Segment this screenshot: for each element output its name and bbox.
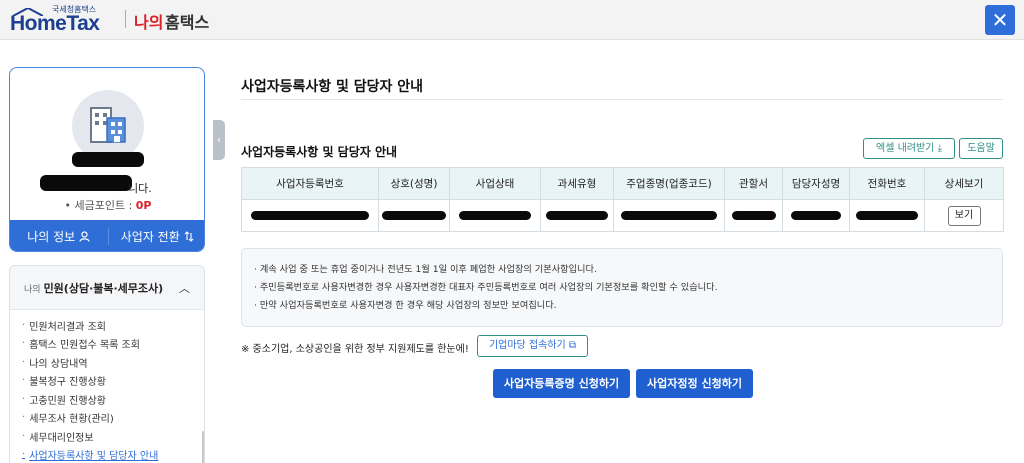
profile-card: 니다. • 세금포인트 : 0P 나의 정보 사업자 전환 bbox=[9, 67, 205, 252]
menu-title-prefix: 나의 bbox=[24, 284, 41, 295]
menu-item-tax-audit[interactable]: 세무조사 현황(관리) bbox=[10, 409, 204, 428]
external-link-icon: ⧉ bbox=[568, 340, 577, 351]
title-mine: 나의 bbox=[134, 13, 164, 32]
menu-item-agent-info[interactable]: 세무대리인정보 bbox=[10, 427, 204, 446]
apply-correction-button[interactable]: 사업자정정 신청하기 bbox=[636, 369, 753, 398]
redacted-value bbox=[731, 210, 776, 220]
bizinfo-link-label: 기업마당 접속하기 bbox=[488, 340, 566, 351]
notice-text: 주민등록번호로 사용자변경한 경우 사용자변경한 대표자 주민등록번호로 여러 … bbox=[259, 282, 718, 293]
redacted-value bbox=[546, 210, 608, 220]
col-header-status: 사업상태 bbox=[449, 167, 541, 200]
table-header-row: 사업자등록번호 상호(성명) 사업상태 과세유형 주업종명(업종코드) 관할서 … bbox=[241, 167, 1004, 200]
business-info-table: 사업자등록번호 상호(성명) 사업상태 과세유형 주업종명(업종코드) 관할서 … bbox=[241, 167, 1004, 232]
logo-text: HomeTax bbox=[10, 12, 100, 35]
notice-text: 계속 사업 중 또는 휴업 중이거나 전년도 1월 1일 이후 폐업한 사업장의… bbox=[259, 264, 597, 275]
support-info-text: ※ 중소기업, 소상공인을 위한 정부 지원제도를 한눈에! bbox=[241, 344, 469, 355]
notice-item: · 주민등록번호로 사용자변경한 경우 사용자변경한 대표자 주민등록번호로 여… bbox=[254, 282, 718, 293]
redacted-value bbox=[791, 210, 841, 220]
page-title: 사업자등록사항 및 담당자 안내 bbox=[241, 79, 424, 95]
points-label: • 세금포인트 : bbox=[64, 199, 133, 212]
menu-item-business-registration[interactable]: 사업자등록사항 및 담당자 안내 bbox=[10, 446, 204, 463]
points-value[interactable]: 0P bbox=[136, 199, 152, 212]
my-info-button[interactable]: 나의 정보 bbox=[10, 220, 108, 251]
menu-scrollbar[interactable] bbox=[202, 431, 204, 463]
view-detail-button[interactable]: 보기 bbox=[947, 205, 981, 226]
col-header-industry: 주업종명(업종코드) bbox=[613, 167, 725, 200]
menu-list: 민원처리결과 조회 홈택스 민원접수 목록 조회 나의 상담내역 불복청구 진행… bbox=[10, 310, 204, 463]
profile-buttons: 나의 정보 사업자 전환 bbox=[10, 220, 205, 251]
title-divider bbox=[241, 99, 1003, 100]
cell-name bbox=[378, 199, 450, 232]
switch-business-button[interactable]: 사업자 전환 bbox=[109, 220, 205, 251]
table-row: 보기 bbox=[241, 199, 1004, 232]
cell-status bbox=[449, 199, 541, 232]
download-icon: ⤓ bbox=[937, 143, 942, 154]
col-header-tax-type: 과세유형 bbox=[540, 167, 614, 200]
cell-industry bbox=[613, 199, 725, 232]
col-header-manager: 담당자성명 bbox=[782, 167, 850, 200]
menu-item-receipt-list[interactable]: 홈택스 민원접수 목록 조회 bbox=[10, 335, 204, 354]
my-info-label: 나의 정보 bbox=[27, 230, 76, 244]
cell-reg-no bbox=[241, 199, 379, 232]
col-header-detail: 상세보기 bbox=[924, 167, 1004, 200]
close-button[interactable]: ✕ bbox=[985, 5, 1015, 35]
switch-label: 사업자 전환 bbox=[120, 230, 180, 244]
bizinfo-link-button[interactable]: 기업마당 접속하기 ⧉ bbox=[477, 335, 588, 357]
redacted-value bbox=[251, 210, 369, 220]
section-title: 사업자등록사항 및 담당자 안내 bbox=[241, 145, 398, 159]
greeting-text: 니다. bbox=[128, 182, 152, 195]
chevron-left-icon: ‹ bbox=[216, 133, 222, 146]
swap-icon bbox=[184, 231, 194, 242]
redacted-value bbox=[856, 210, 918, 220]
menu-item-grievance[interactable]: 고충민원 진행상황 bbox=[10, 390, 204, 409]
header-divider bbox=[125, 10, 126, 28]
notice-item: · 계속 사업 중 또는 휴업 중이거나 전년도 1월 1일 이후 폐업한 사업… bbox=[254, 264, 597, 275]
cell-manager bbox=[782, 199, 850, 232]
close-icon: ✕ bbox=[991, 8, 1009, 32]
cell-phone bbox=[849, 199, 925, 232]
cell-detail: 보기 bbox=[924, 199, 1004, 232]
cell-office bbox=[724, 199, 783, 232]
sidebar-collapse-handle[interactable]: ‹ bbox=[213, 120, 225, 160]
redacted-value bbox=[382, 210, 446, 220]
menu-item-consultation[interactable]: 나의 상담내역 bbox=[10, 353, 204, 372]
col-header-office: 관할서 bbox=[724, 167, 783, 200]
col-header-name: 상호(성명) bbox=[378, 167, 450, 200]
redacted-value bbox=[621, 210, 717, 220]
side-menu: 나의민원(상담·불복·세무조사) ︿ 민원처리결과 조회 홈택스 민원접수 목록… bbox=[9, 265, 205, 463]
help-button[interactable]: 도움말 bbox=[959, 138, 1003, 159]
building-icon bbox=[90, 107, 126, 143]
menu-title-text: 민원(상담·불복·세무조사) bbox=[43, 281, 164, 295]
user-icon bbox=[79, 231, 90, 242]
cell-tax-type bbox=[540, 199, 614, 232]
hometax-logo[interactable]: 국세청홈택스 HomeTax bbox=[10, 4, 122, 35]
redacted-value bbox=[459, 210, 531, 220]
apply-certificate-button[interactable]: 사업자등록증명 신청하기 bbox=[493, 369, 630, 398]
redacted-name bbox=[72, 152, 144, 167]
col-header-reg-no: 사업자등록번호 bbox=[241, 167, 379, 200]
redacted-greeting bbox=[40, 175, 132, 191]
menu-item-appeal[interactable]: 불복청구 진행상황 bbox=[10, 372, 204, 391]
top-header: 국세청홈택스 HomeTax 나의 홈택스 ✕ bbox=[0, 0, 1024, 40]
notice-text: 만약 사업자등록번호로 사용자변경 한 경우 해당 사업장의 정보만 보여집니다… bbox=[259, 300, 557, 311]
notice-item: · 만약 사업자등록번호로 사용자변경 한 경우 해당 사업장의 정보만 보여집… bbox=[254, 300, 557, 311]
col-header-phone: 전화번호 bbox=[849, 167, 925, 200]
title-hometax: 홈택스 bbox=[165, 13, 210, 32]
tax-points: • 세금포인트 : 0P bbox=[10, 197, 204, 213]
menu-item-result[interactable]: 민원처리결과 조회 bbox=[10, 316, 204, 335]
menu-title: 나의 민원(상담·불복·세무조사) bbox=[24, 280, 163, 296]
menu-header[interactable]: 나의 민원(상담·불복·세무조사) ︿ bbox=[10, 266, 204, 310]
notice-box: · 계속 사업 중 또는 휴업 중이거나 전년도 1월 1일 이후 폐업한 사업… bbox=[241, 248, 1003, 327]
excel-download-label: 엑셀 내려받기 bbox=[876, 143, 935, 154]
excel-download-button[interactable]: 엑셀 내려받기 ⤓ bbox=[863, 138, 955, 159]
chevron-up-icon: ︿ bbox=[179, 281, 190, 295]
